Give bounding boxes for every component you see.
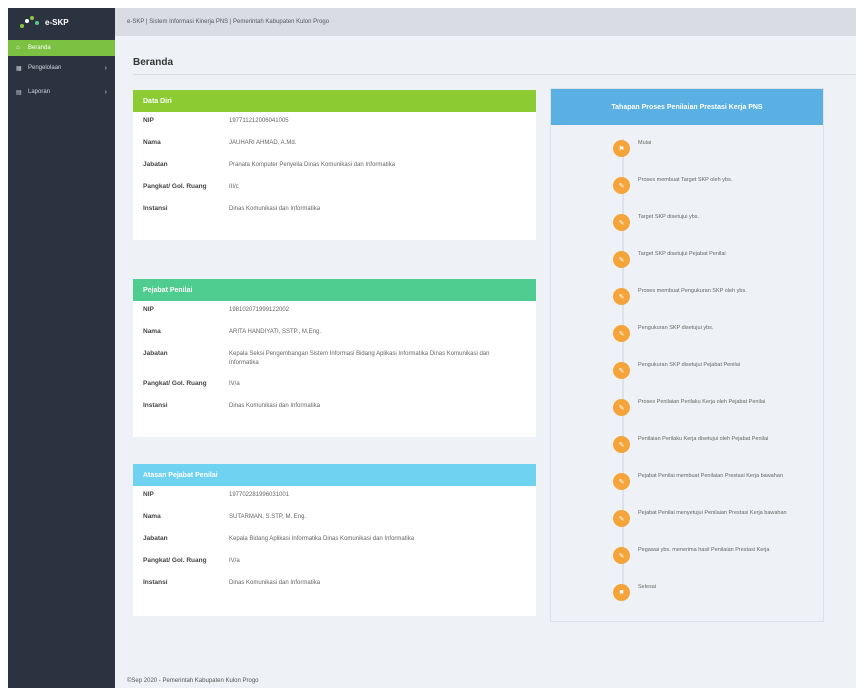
step-label: Target SKP disetujui Pejabat Penilai [638, 251, 726, 257]
timeline-step: ✎ Target SKP disetujui Pejabat Penilai [613, 251, 823, 271]
card-pejabat-penilai: Pejabat Penilai NIP 198102071999122002 Na… [133, 279, 536, 437]
step-label: Selesai [638, 584, 657, 590]
label-nip: NIP [143, 306, 154, 313]
step-label: Pengukuran SKP disetujui ybs. [638, 325, 714, 331]
timeline-step: ✎ Proses membuat Pengukuran SKP oleh ybs. [613, 288, 823, 308]
label-instansi: Instansi [143, 579, 168, 586]
step-label: Pengukuran SKP disetujui Pejabat Penilai [638, 362, 741, 368]
value-pangkat: III/c [229, 184, 239, 190]
label-nama: Nama [143, 328, 161, 335]
value-jabatan: Kepala Seksi Pengembangan Sistem Informa… [229, 351, 490, 366]
label-nip: NIP [143, 117, 154, 124]
timeline-step: ✎ Penilaian Perilaku Kerja disetujui oleh… [613, 436, 823, 456]
tahapan-header: Tahapan Proses Penilaian Prestasi Kerja … [551, 89, 823, 125]
step-label: Proses membuat Target SKP oleh ybs. [638, 177, 733, 183]
edit-icon: ✎ [613, 473, 630, 490]
value-pangkat: IV/a [229, 381, 240, 387]
stop-icon: ■ [613, 584, 630, 601]
logo-text: e-SKP [45, 17, 69, 27]
value-jabatan: Pranata Komputer Penyelia Dinas Komunika… [229, 162, 396, 168]
header-title: e-SKP | Sistem Informasi Kinerja PNS | P… [127, 19, 330, 25]
sidebar-item-label: Beranda [28, 45, 51, 51]
value-nama: JAUHARI AHMAD, A.Md. [229, 140, 297, 146]
edit-icon: ✎ [613, 510, 630, 527]
timeline-step: ✎ Pengukuran SKP disetujui ybs. [613, 325, 823, 345]
timeline-step: ✎ Target SKP disetujui ybs. [613, 214, 823, 234]
edit-icon: ✎ [613, 288, 630, 305]
step-label: Proses Penilaian Perilaku Kerja oleh Pej… [638, 399, 766, 405]
card-data-diri: Data Diri NIP 197711212006041005 Nama JAUH… [133, 90, 536, 240]
value-nama: SUTARMAN, S.STP, M. Eng. [229, 514, 307, 520]
value-instansi: Dinas Komunikasi dan Informatika [229, 403, 321, 409]
title-divider [133, 74, 856, 75]
step-label: Mulai [638, 140, 652, 146]
card-header: Atasan Pejabat Penilai [133, 464, 536, 486]
card-atasan-pejabat-penilai: Atasan Pejabat Penilai NIP 19770228199603… [133, 464, 536, 616]
footer-text: ©Sep 2020 - Pemerintah Kabupaten Kulon P… [127, 678, 259, 684]
timeline-step: ⚑ Mulai [613, 140, 823, 160]
sidebar-item-beranda[interactable]: ⌂ Beranda [8, 40, 115, 56]
label-jabatan: Jabatan [143, 350, 168, 357]
value-nip: 197711212006041005 [229, 118, 289, 124]
timeline-step: ✎ Pejabat Penilai membuat Penilaian Prest… [613, 473, 823, 493]
edit-icon: ✎ [613, 399, 630, 416]
value-jabatan: Kepala Bidang Aplikasi Informatika Dinas… [229, 536, 415, 542]
label-jabatan: Jabatan [143, 161, 168, 168]
edit-icon: ✎ [613, 325, 630, 342]
sidebar-item-label: Pengelolaan [28, 65, 62, 71]
document-icon: ▤ [16, 89, 22, 96]
chevron-right-icon: › [104, 88, 107, 96]
logo-dots-icon [20, 16, 40, 28]
header-bar: e-SKP | Sistem Informasi Kinerja PNS | P… [115, 8, 856, 36]
label-nama: Nama [143, 513, 161, 520]
app-logo[interactable]: e-SKP [8, 8, 115, 36]
timeline-step: ✎ Pegawai ybs. menerima hasil Penilaian P… [613, 547, 823, 567]
edit-icon: ✎ [613, 547, 630, 564]
timeline-step: ✎ Proses Penilaian Perilaku Kerja oleh Pe… [613, 399, 823, 419]
value-instansi: Dinas Komunikasi dan Informatika [229, 206, 321, 212]
value-nama: ARITA HANDIYATI, SSTP., M.Eng. [229, 329, 321, 335]
sidebar-item-label: Laporan [28, 89, 51, 95]
label-instansi: Instansi [143, 402, 168, 409]
sidebar-item-laporan[interactable]: ▤ Laporan › [8, 84, 115, 100]
flag-icon: ⚑ [613, 140, 630, 157]
value-instansi: Dinas Komunikasi dan Informatika [229, 580, 321, 586]
step-label: Pegawai ybs. menerima hasil Penilaian Pr… [638, 547, 770, 553]
timeline-step: ✎ Proses membuat Target SKP oleh ybs. [613, 177, 823, 197]
timeline-step: ■ Selesai [613, 584, 823, 604]
home-icon: ⌂ [16, 45, 20, 51]
label-pangkat: Pangkat/ Gol. Ruang [143, 380, 207, 387]
step-label: Proses membuat Pengukuran SKP oleh ybs. [638, 288, 747, 294]
value-pangkat: IV/a [229, 558, 240, 564]
label-nama: Nama [143, 139, 161, 146]
sidebar-item-pengelolaan[interactable]: ▦ Pengelolaan › [8, 60, 115, 76]
label-jabatan: Jabatan [143, 535, 168, 542]
edit-icon: ✎ [613, 436, 630, 453]
page-title: Beranda [133, 57, 174, 68]
step-label: Target SKP disetujui ybs. [638, 214, 700, 220]
step-label: Pejabat Penilai membuat Penilaian Presta… [638, 473, 783, 479]
label-nip: NIP [143, 491, 154, 498]
card-header: Data Diri [133, 90, 536, 112]
value-nip: 198102071999122002 [229, 307, 290, 313]
timeline-step: ✎ Pengukuran SKP disetujui Pejabat Penila… [613, 362, 823, 382]
step-label: Penilaian Perilaku Kerja disetujui oleh … [638, 436, 769, 442]
edit-icon: ✎ [613, 362, 630, 379]
step-label: Pejabat Penilai menyetujui Penilaian Pre… [638, 510, 787, 516]
main-content: Beranda Data Diri NIP 197711212006041005 … [115, 36, 856, 688]
edit-icon: ✎ [613, 251, 630, 268]
tahapan-panel: Tahapan Proses Penilaian Prestasi Kerja … [550, 88, 824, 622]
value-nip: 197702281996031001 [229, 492, 290, 498]
grid-icon: ▦ [16, 65, 22, 72]
label-instansi: Instansi [143, 205, 168, 212]
timeline-step: ✎ Pejabat Penilai menyetujui Penilaian Pr… [613, 510, 823, 530]
edit-icon: ✎ [613, 177, 630, 194]
label-pangkat: Pangkat/ Gol. Ruang [143, 557, 207, 564]
label-pangkat: Pangkat/ Gol. Ruang [143, 183, 207, 190]
sidebar: e-SKP ⌂ Beranda ▦ Pengelolaan › ▤ Lapora… [8, 8, 115, 688]
chevron-right-icon: › [104, 64, 107, 72]
card-header: Pejabat Penilai [133, 279, 536, 301]
edit-icon: ✎ [613, 214, 630, 231]
